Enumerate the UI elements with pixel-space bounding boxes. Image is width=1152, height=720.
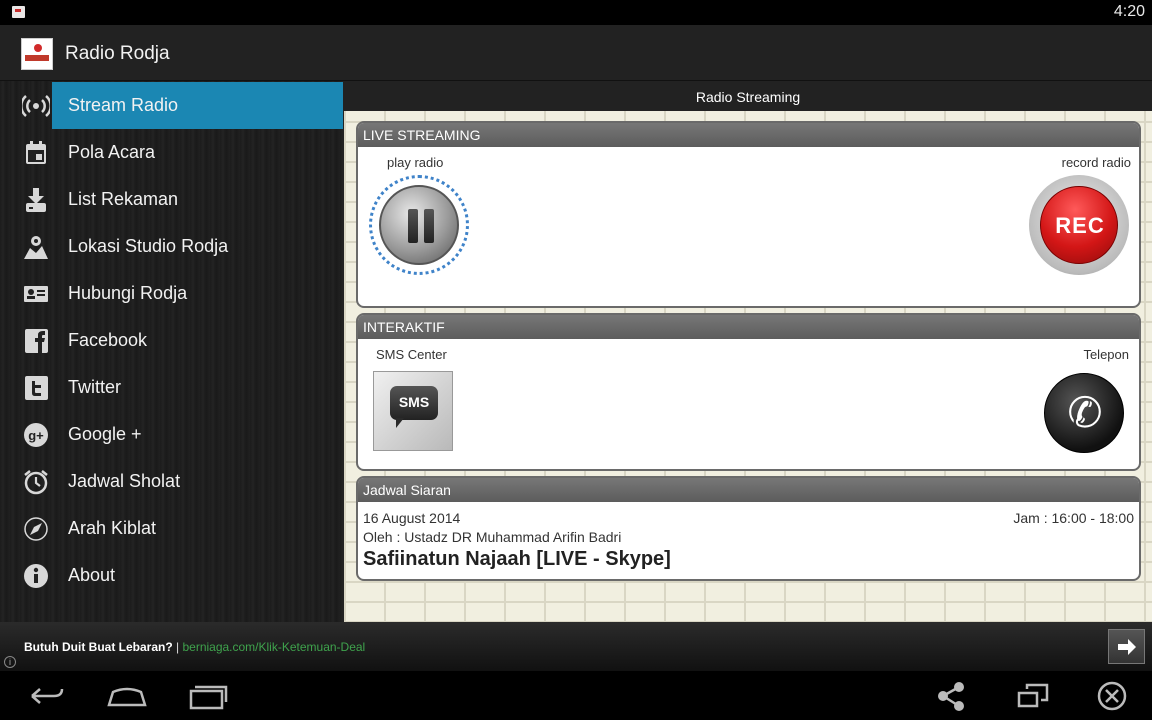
sms-button-text: SMS (398, 394, 430, 410)
interaktif-heading: INTERAKTIF (358, 315, 1139, 339)
drawer-item-label: Arah Kiblat (68, 518, 157, 538)
share-icon (938, 682, 964, 711)
facebook-icon (22, 328, 50, 354)
ad-info-icon[interactable]: i (4, 656, 16, 668)
record-radio-button[interactable]: REC (1029, 175, 1129, 275)
main-content: Radio Streaming LIVE STREAMING play radi… (344, 81, 1152, 622)
drawer-item-label: Lokasi Studio Rodja (68, 236, 229, 256)
screen-rotate-button[interactable] (1008, 679, 1058, 713)
play-radio-button[interactable] (369, 175, 469, 275)
drawer-item-label: Twitter (68, 377, 122, 397)
twitter-icon (22, 375, 50, 401)
drawer-item-about[interactable]: About (0, 552, 344, 599)
live-streaming-card: LIVE STREAMING play radio record radio R… (356, 121, 1141, 308)
drawer-item-lokasi-studio[interactable]: Lokasi Studio Rodja (0, 223, 344, 270)
alarm-clock-icon (22, 469, 50, 495)
google-plus-icon: g+ (22, 422, 50, 448)
ad-separator: | (172, 640, 183, 654)
app-title: Radio Rodja (65, 43, 170, 64)
record-radio-label: record radio (1061, 155, 1131, 170)
drawer-item-list-rekaman[interactable]: List Rekaman (0, 176, 344, 223)
record-button-text: REC (1055, 213, 1105, 238)
content-header: Radio Streaming (344, 81, 1152, 111)
live-streaming-heading: LIVE STREAMING (358, 123, 1139, 147)
drawer-item-label: Stream Radio (68, 95, 179, 115)
sms-center-button[interactable]: SMS (373, 371, 453, 451)
drawer-item-arah-kiblat[interactable]: Arah Kiblat (0, 505, 344, 552)
back-button[interactable] (22, 679, 72, 713)
calendar-icon (22, 140, 50, 166)
telepon-label: Telepon (1083, 347, 1129, 362)
compass-icon (22, 516, 50, 542)
recent-apps-button[interactable] (182, 679, 232, 713)
navigation-drawer: Stream Radio Pola Acara List Rekaman Lok… (0, 81, 344, 622)
share-button[interactable] (926, 679, 976, 713)
ad-text[interactable]: Butuh Duit Buat Lebaran? | berniaga.com/… (24, 640, 365, 654)
info-icon (22, 563, 50, 589)
drawer-item-google-plus[interactable]: g+ Google + (0, 411, 344, 458)
ad-banner[interactable]: Butuh Duit Buat Lebaran? | berniaga.com/… (0, 622, 1152, 671)
drawer-item-hubungi-rodja[interactable]: Hubungi Rodja (0, 270, 344, 317)
svg-text:g+: g+ (28, 428, 44, 443)
drawer-item-stream-radio[interactable]: Stream Radio (0, 82, 344, 129)
drawer-item-label: Hubungi Rodja (68, 283, 188, 303)
schedule-time: Jam : 16:00 - 18:00 (1013, 510, 1134, 526)
drawer-item-label: About (68, 565, 116, 585)
action-bar: Radio Rodja (0, 25, 1152, 81)
drawer-item-label: Facebook (68, 330, 148, 350)
drawer-item-label: List Rekaman (68, 189, 179, 209)
jadwal-siaran-heading: Jadwal Siaran (358, 478, 1139, 502)
status-time: 4:20 (1113, 3, 1145, 20)
jadwal-siaran-card: Jadwal Siaran 16 August 2014 Jam : 16:00… (356, 476, 1141, 581)
drawer-item-twitter[interactable]: Twitter (0, 364, 344, 411)
drawer-item-label: Google + (68, 424, 142, 444)
contact-card-icon (22, 281, 50, 307)
map-pin-icon (22, 234, 50, 260)
schedule-host: Oleh : Ustadz DR Muhammad Arifin Badri (363, 529, 622, 545)
notification-icon (12, 6, 25, 18)
download-icon (22, 187, 50, 213)
drawer-item-label: Pola Acara (68, 142, 156, 162)
radio-waves-icon (20, 93, 52, 119)
telepon-button[interactable]: ✆ (1044, 373, 1124, 453)
phone-icon: ✆ (1067, 389, 1103, 436)
status-bar: 4:20 (0, 0, 1152, 25)
back-icon (31, 688, 64, 704)
close-app-button[interactable] (1088, 679, 1138, 713)
page-title: Radio Streaming (695, 89, 801, 105)
ad-headline: Butuh Duit Buat Lebaran? (24, 640, 173, 654)
screen-size-icon (1017, 683, 1049, 708)
recent-apps-icon (189, 685, 228, 710)
drawer-item-facebook[interactable]: Facebook (0, 317, 344, 364)
home-icon (107, 687, 147, 707)
interaktif-card: INTERAKTIF SMS Center Telepon SMS ✆ (356, 313, 1141, 471)
pause-icon (379, 185, 459, 265)
ad-arrow-button[interactable] (1108, 629, 1145, 664)
home-button[interactable] (102, 679, 152, 713)
close-icon (1097, 681, 1127, 711)
sms-center-label: SMS Center (376, 347, 447, 362)
system-nav-bar (0, 671, 1152, 720)
schedule-program-title: Safiinatun Najaah [LIVE - Skype] (363, 548, 671, 570)
ad-link[interactable]: berniaga.com/Klik-Ketemuan-Deal (182, 640, 365, 654)
app-logo-icon[interactable] (21, 38, 53, 70)
play-radio-label: play radio (387, 155, 444, 170)
drawer-item-jadwal-sholat[interactable]: Jadwal Sholat (0, 458, 344, 505)
arrow-right-icon (1117, 639, 1136, 655)
drawer-item-pola-acara[interactable]: Pola Acara (0, 129, 344, 176)
schedule-date: 16 August 2014 (363, 510, 461, 526)
drawer-item-label: Jadwal Sholat (68, 471, 181, 491)
record-icon: REC (1040, 186, 1118, 264)
